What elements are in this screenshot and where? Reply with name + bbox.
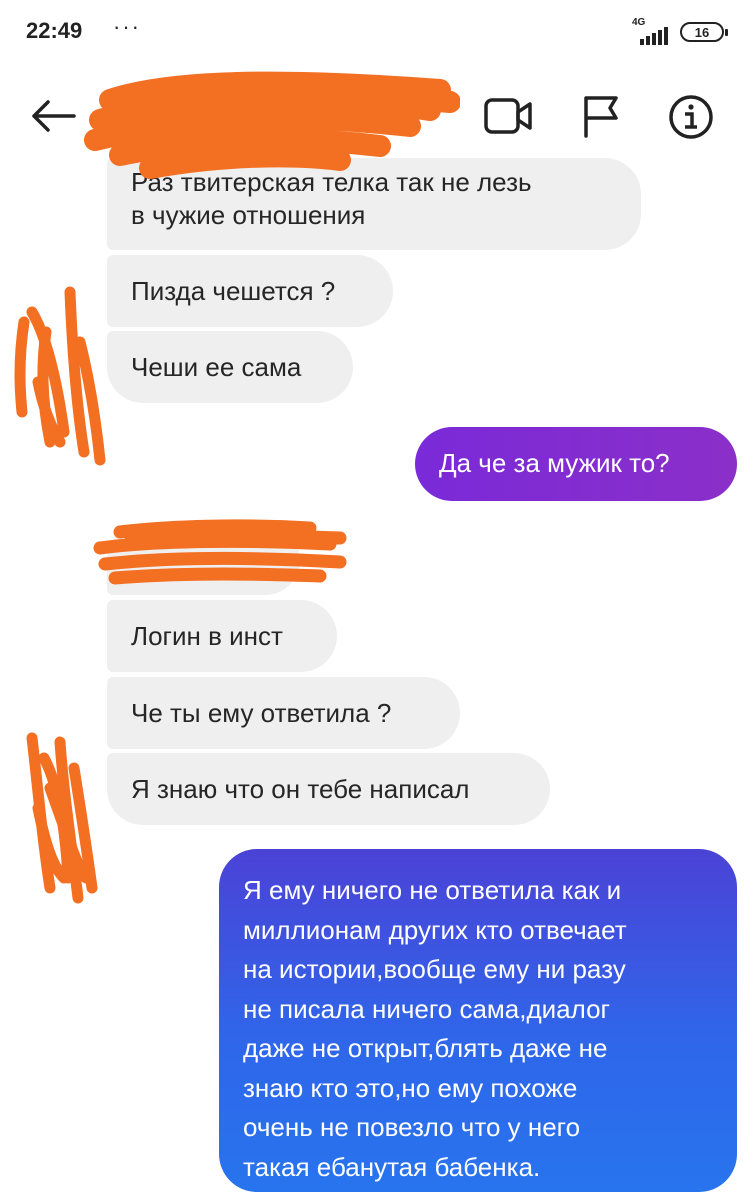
incoming-message[interactable]: Че ты ему ответила ? — [107, 677, 460, 749]
battery-level: 16 — [694, 25, 710, 40]
message-line: даже не открыт,блять даже не — [243, 1033, 608, 1063]
video-call-icon[interactable] — [484, 94, 534, 138]
battery-icon: 16 — [680, 22, 728, 42]
incoming-message[interactable]: Раз твитерская телка так не лезь в чужие… — [107, 158, 641, 250]
incoming-message[interactable]: Логин в инст — [107, 600, 337, 672]
message-line: миллионам других кто отвечает — [243, 914, 627, 945]
flag-report-icon[interactable] — [582, 94, 622, 138]
message-text: Пизда чешется ? — [131, 276, 336, 306]
message-text: Да че за мужик то? — [439, 448, 670, 478]
message-line: Раз твитерская телка так не лезь — [131, 167, 532, 197]
message-text: Логин в инст — [131, 621, 283, 651]
message-text: Чеши ее сама — [131, 352, 302, 382]
back-arrow-icon[interactable] — [30, 98, 76, 134]
message-line: знаю кто это,но ему похоже — [243, 1072, 578, 1103]
signal-icon: 4G — [628, 16, 672, 46]
message-line: на истории,вообще ему ни разу — [243, 954, 626, 984]
message-line: такая ебанутая бабенка. — [243, 1151, 541, 1182]
status-more-dots: ··· — [113, 14, 141, 39]
incoming-message[interactable]: Я знаю что он тебе написал — [107, 753, 550, 825]
info-icon[interactable] — [668, 94, 714, 140]
incoming-message[interactable]: Пизда чешется ? — [107, 255, 393, 327]
status-bar: 22:49 ··· 4G 16 — [0, 0, 753, 64]
outgoing-message[interactable]: Я ему ничего не ответила как и миллионам… — [219, 849, 737, 1192]
redaction-scribble-avatar-top — [14, 286, 106, 466]
chat-header: . — [0, 64, 753, 170]
incoming-message-redacted[interactable] — [107, 525, 300, 595]
outgoing-message[interactable]: Да че за мужик то? — [415, 427, 737, 501]
message-text: Я знаю что он тебе написал — [131, 774, 470, 804]
message-line: в чужие отношения — [131, 200, 366, 230]
message-line: Я ему ничего не ответила как и — [243, 875, 622, 905]
message-line: очень не повезло что у него — [243, 1112, 581, 1142]
incoming-message[interactable]: Чеши ее сама — [107, 331, 353, 403]
redaction-scribble-avatar-bottom — [26, 732, 98, 904]
message-text: Че ты ему ответила ? — [131, 698, 392, 728]
contact-name[interactable]: . — [118, 104, 125, 132]
message-line: не писала ничего сама,диалог — [243, 993, 611, 1024]
status-time: 22:49 — [26, 18, 83, 43]
